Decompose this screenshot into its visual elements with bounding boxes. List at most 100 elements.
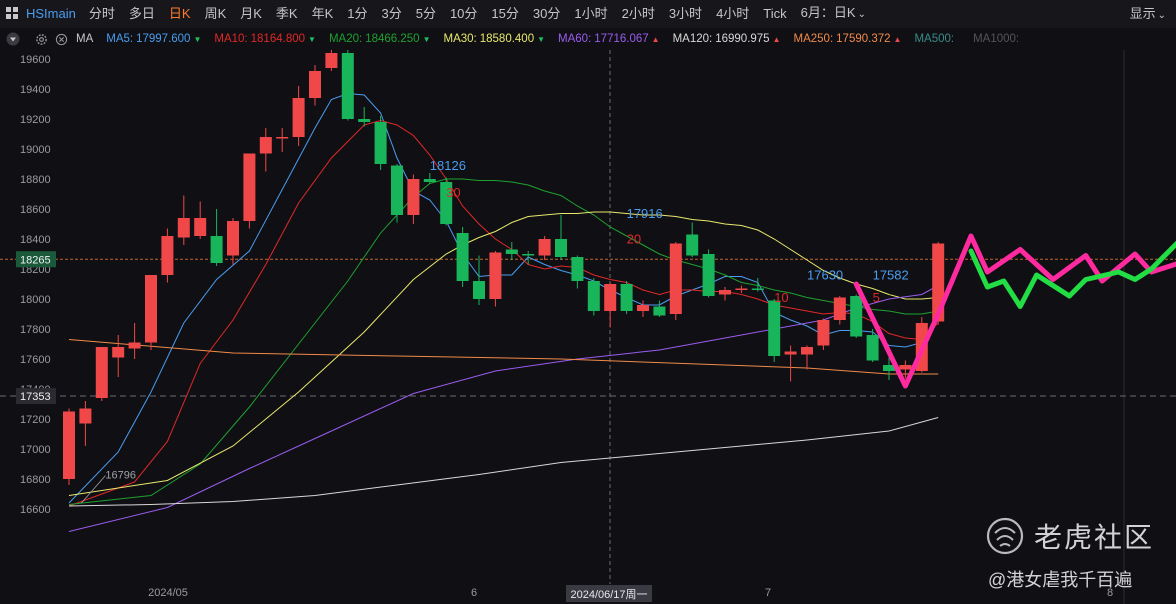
trend-arrow-icon: ▲ bbox=[893, 35, 902, 44]
indicator-type[interactable]: MA bbox=[76, 33, 93, 45]
candle-body bbox=[751, 288, 764, 290]
period-tab[interactable]: 周K bbox=[198, 0, 234, 28]
candle-body bbox=[391, 165, 403, 215]
candle-body bbox=[112, 347, 125, 358]
period-tab[interactable]: Tick bbox=[756, 0, 793, 28]
period-tab[interactable]: 10分 bbox=[443, 0, 484, 28]
candle-body bbox=[456, 233, 469, 281]
ma-label: MA250: bbox=[793, 33, 834, 45]
period-tab[interactable]: 3分 bbox=[374, 0, 408, 28]
candle-body bbox=[63, 411, 75, 479]
ma-legend-item[interactable]: MA5: 17997.600 ▼ bbox=[106, 33, 201, 45]
candle-body bbox=[702, 254, 715, 296]
settings-icon[interactable] bbox=[34, 32, 48, 46]
ma-value: 17590.372 bbox=[836, 33, 891, 45]
ma-legend-item[interactable]: MA500: bbox=[914, 33, 960, 45]
grid-menu-icon[interactable] bbox=[6, 7, 18, 19]
chart-annotation: 16796 bbox=[105, 470, 136, 482]
period-tab[interactable]: 5分 bbox=[409, 0, 443, 28]
price-tag: 18265 bbox=[20, 254, 51, 266]
candle-body bbox=[522, 254, 535, 256]
x-tick-label: 6 bbox=[471, 587, 477, 599]
chart-annotation: 5 bbox=[873, 290, 880, 305]
close-icon[interactable] bbox=[54, 32, 68, 46]
candle-body bbox=[341, 53, 354, 119]
y-tick-label: 18600 bbox=[20, 204, 51, 216]
y-tick-label: 19400 bbox=[20, 84, 51, 96]
period-tab[interactable]: 2小时 bbox=[615, 0, 662, 28]
ma-label: MA10: bbox=[214, 33, 248, 45]
ma-label: MA500: bbox=[914, 33, 955, 45]
candle-body bbox=[686, 234, 699, 256]
period-tab[interactable]: 分时 bbox=[82, 0, 122, 28]
chart-annotation: 17630 bbox=[807, 268, 843, 283]
candle-body bbox=[555, 239, 567, 257]
period-tab[interactable]: 30分 bbox=[526, 0, 567, 28]
period-tab[interactable]: 3小时 bbox=[662, 0, 709, 28]
candle-body bbox=[292, 98, 305, 137]
ma-value: 17716.067 bbox=[594, 33, 649, 45]
watermark-brand: 老虎社区 bbox=[1034, 522, 1155, 553]
ma-value: 16990.975 bbox=[715, 33, 770, 45]
candle-body bbox=[210, 236, 223, 263]
chart-annotation: 20 bbox=[627, 232, 641, 247]
candle-body bbox=[145, 275, 157, 343]
symbol-selector[interactable]: HSImain bbox=[20, 0, 82, 28]
ma-legend-item[interactable]: MA60: 17716.067 ▲ bbox=[558, 33, 660, 45]
y-tick-label: 19600 bbox=[20, 54, 51, 66]
period-tab[interactable]: 15分 bbox=[484, 0, 525, 28]
watermark-user: @港女虐我千百遍 bbox=[988, 570, 1133, 590]
cursor-date-label: 2024/06/17周一 bbox=[570, 588, 647, 601]
y-tick-label: 17800 bbox=[20, 324, 51, 336]
display-button[interactable]: 显示 ⌄ bbox=[1130, 0, 1166, 30]
candle-body bbox=[128, 342, 141, 349]
ma-legend-item[interactable]: MA10: 18164.800 ▼ bbox=[214, 33, 316, 45]
candle-body bbox=[227, 221, 239, 256]
candle-body bbox=[489, 252, 502, 299]
y-tick-label: 18800 bbox=[20, 174, 51, 186]
period-tab[interactable]: 多日 bbox=[122, 0, 162, 28]
chart-annotation: 18126 bbox=[430, 158, 466, 173]
tiger-logo-icon bbox=[986, 517, 1024, 555]
candle-body bbox=[719, 290, 731, 295]
period-tab[interactable]: 月K bbox=[233, 0, 269, 28]
range-selector[interactable]: 6月：日K ⌄ bbox=[794, 0, 873, 29]
period-tabs: 分时 多日 日K 周K 月K 季K 年K 1分 3分 5分 10分 15分 30分 1小时 2小时 3小时 4小… bbox=[82, 0, 794, 28]
candle-body bbox=[735, 288, 748, 290]
ma-legend-item[interactable]: MA120: 16990.975 ▲ bbox=[673, 33, 781, 45]
y-tick-label: 16800 bbox=[20, 474, 51, 486]
ma-label: MA5: bbox=[106, 33, 134, 45]
candle-body bbox=[899, 365, 912, 370]
ma-legend-item[interactable]: MA250: 17590.372 ▲ bbox=[794, 33, 902, 45]
price-tag: 17353 bbox=[20, 391, 51, 403]
ma-label: MA20: bbox=[328, 33, 363, 45]
period-tab[interactable]: 4小时 bbox=[709, 0, 756, 28]
candle-body bbox=[407, 179, 420, 215]
ma-legend-item[interactable]: MA1000: bbox=[973, 33, 1025, 45]
candle-body bbox=[538, 239, 551, 256]
ma-value: 18164.800 bbox=[250, 33, 306, 45]
ma-label: MA60: bbox=[558, 33, 592, 45]
y-tick-label: 17200 bbox=[20, 414, 51, 426]
ma-legend-item[interactable]: MA20: 18466.250 ▼ bbox=[329, 33, 431, 45]
candle-body bbox=[784, 351, 797, 355]
collapse-icon[interactable] bbox=[6, 32, 20, 46]
period-tab[interactable]: 季K bbox=[269, 0, 305, 28]
candle-body bbox=[177, 218, 190, 238]
candle-body bbox=[817, 320, 830, 346]
ma-legend-item[interactable]: MA30: 18580.400 ▼ bbox=[443, 33, 545, 45]
ma-label: MA120: bbox=[672, 33, 713, 45]
range-label: 6月：日K bbox=[800, 5, 856, 20]
trend-arrow-icon: ▼ bbox=[308, 35, 316, 44]
candle-body bbox=[194, 218, 207, 236]
period-tab[interactable]: 1分 bbox=[340, 0, 374, 28]
candle-body bbox=[325, 53, 338, 68]
chart-annotation: 30 bbox=[446, 185, 460, 200]
y-tick-label: 17000 bbox=[20, 444, 51, 456]
candle-body bbox=[669, 243, 682, 314]
candle-body bbox=[259, 137, 272, 154]
candle-body bbox=[505, 249, 518, 254]
period-tab[interactable]: 年K bbox=[305, 0, 341, 28]
period-tab[interactable]: 1小时 bbox=[567, 0, 614, 28]
period-tab[interactable]: 日K bbox=[162, 0, 198, 28]
